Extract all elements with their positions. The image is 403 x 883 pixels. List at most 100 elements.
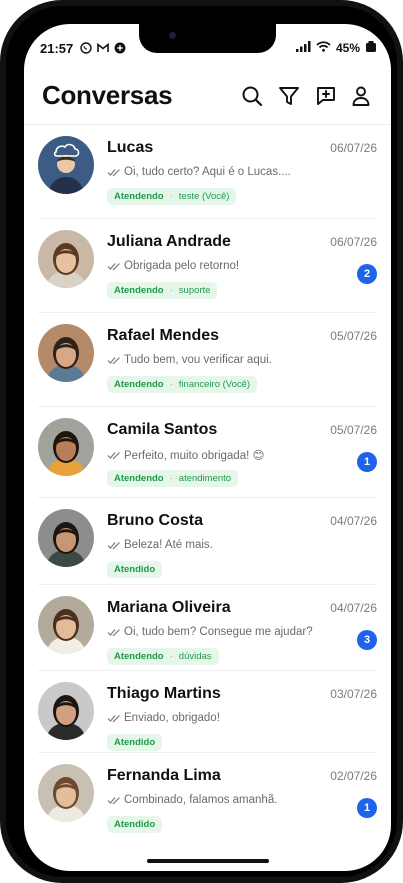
conversation-row[interactable]: Fernanda Lima 02/07/26 Combinado, falamos … xyxy=(24,753,391,853)
avatar xyxy=(38,418,94,476)
status-label: Atendendo xyxy=(114,379,164,390)
last-message-text: Enviado, obrigado! xyxy=(124,712,220,724)
queue-label: financeiro (Você) xyxy=(178,379,251,390)
filter-icon[interactable] xyxy=(277,84,301,108)
last-message-text: Beleza! Até mais. xyxy=(124,539,213,551)
queue-label: dúvidas xyxy=(178,651,212,662)
contact-name: Fernanda Lima xyxy=(107,767,221,784)
screen: 21:57 45% Conversas Lucas 06/07/26 Oi, t… xyxy=(24,24,391,871)
page-title: Conversas xyxy=(42,80,173,110)
last-message-text: Oi, tudo bem? Consegue me ajudar? xyxy=(124,626,313,638)
status-label: Atendendo xyxy=(114,191,164,202)
last-message: Obrigada pelo retorno! xyxy=(107,260,239,272)
conversation-row[interactable]: Bruno Costa 04/07/26 Beleza! Até mais. Aten… xyxy=(24,498,391,585)
status-app-icons xyxy=(79,41,126,54)
last-message-text: Perfeito, muito obrigada! 😊 xyxy=(124,450,265,462)
contact-name: Camila Santos xyxy=(107,421,218,438)
last-message-text: Tudo bem, vou verificar aqui. xyxy=(124,354,272,366)
status-tag: Atendendo · teste (Você) xyxy=(107,188,237,205)
status-right: 45% xyxy=(295,41,377,55)
double-check-icon xyxy=(107,451,121,460)
profile-icon[interactable] xyxy=(349,84,373,108)
last-message-text: Oi, tudo certo? Aqui é o Lucas.... xyxy=(124,166,291,178)
unread-badge: 1 xyxy=(357,452,377,472)
conversation-date: 06/07/26 xyxy=(330,235,377,249)
status-tag: Atendendo · suporte xyxy=(107,282,218,299)
contact-name: Lucas xyxy=(107,139,154,156)
wifi-icon xyxy=(316,41,331,55)
conversation-row[interactable]: Camila Santos 05/07/26 Perfeito, muito obr… xyxy=(24,407,391,498)
double-check-icon xyxy=(107,796,121,805)
conversation-date: 04/07/26 xyxy=(330,601,377,615)
conversation-date: 03/07/26 xyxy=(330,687,377,701)
status-tag: Atendido xyxy=(107,734,163,751)
status-tag: Atendendo · atendimento xyxy=(107,470,239,487)
avatar xyxy=(38,509,94,567)
contact-name: Juliana Andrade xyxy=(107,233,231,250)
conversation-row[interactable]: Rafael Mendes 05/07/26 Tudo bem, vou verif… xyxy=(24,313,391,407)
signal-icon xyxy=(295,41,311,55)
conversation-row[interactable]: Lucas 06/07/26 Oi, tudo certo? Aqui é o Lu… xyxy=(24,125,391,219)
last-message-text: Obrigada pelo retorno! xyxy=(124,260,240,272)
status-time: 21:57 xyxy=(40,41,74,56)
conversation-date: 05/07/26 xyxy=(330,329,377,343)
double-check-icon xyxy=(107,262,121,271)
double-check-icon xyxy=(107,168,121,177)
conversation-row[interactable]: Juliana Andrade 06/07/26 Obrigada pelo ret… xyxy=(24,219,391,313)
status-label: Atendendo xyxy=(114,473,164,484)
battery-text: 45% xyxy=(335,41,360,55)
header: Conversas xyxy=(24,74,391,124)
battery-icon xyxy=(365,41,377,55)
status-label: Atendido xyxy=(114,737,156,748)
tag-separator: · xyxy=(169,651,173,662)
last-message-text: Combinado, falamos amanhã. xyxy=(124,794,278,806)
status-tag: Atendido xyxy=(107,816,163,833)
queue-label: suporte xyxy=(178,285,211,296)
avatar xyxy=(38,136,94,194)
contact-name: Rafael Mendes xyxy=(107,327,220,344)
queue-label: teste (Você) xyxy=(178,191,230,202)
last-message: Oi, tudo bem? Consegue me ajudar? xyxy=(107,626,313,638)
last-message: Perfeito, muito obrigada! 😊 xyxy=(107,448,264,462)
unread-badge: 1 xyxy=(357,798,377,818)
avatar xyxy=(38,324,94,382)
phone-bezel: 21:57 45% Conversas Lucas 06/07/26 Oi, t… xyxy=(6,6,397,877)
status-tag: Atendendo · financeiro (Você) xyxy=(107,376,258,393)
conversation-row[interactable]: Thiago Martins 03/07/26 Enviado, obrigado!… xyxy=(24,671,391,753)
last-message: Tudo bem, vou verificar aqui. xyxy=(107,354,272,366)
last-message: Enviado, obrigado! xyxy=(107,712,220,724)
double-check-icon xyxy=(107,714,121,723)
avatar xyxy=(38,682,94,740)
gmail-icon xyxy=(96,41,109,54)
status-label: Atendendo xyxy=(114,285,164,296)
new-chat-icon[interactable] xyxy=(314,84,338,108)
status-tag: Atendido xyxy=(107,561,163,578)
avatar xyxy=(38,230,94,288)
status-label: Atendido xyxy=(114,564,156,575)
avatar xyxy=(38,596,94,654)
tag-separator: · xyxy=(169,191,173,202)
double-check-icon xyxy=(107,356,121,365)
double-check-icon xyxy=(107,628,121,637)
phone-frame: 21:57 45% Conversas Lucas 06/07/26 Oi, t… xyxy=(0,0,403,883)
last-message: Oi, tudo certo? Aqui é o Lucas.... xyxy=(107,166,291,178)
double-check-icon xyxy=(107,541,121,550)
notch xyxy=(139,24,276,53)
contact-name: Mariana Oliveira xyxy=(107,599,231,616)
conversation-row[interactable]: Mariana Oliveira 04/07/26 Oi, tudo bem? Co… xyxy=(24,585,391,671)
last-message: Beleza! Até mais. xyxy=(107,539,213,551)
queue-label: atendimento xyxy=(178,473,232,484)
conversation-date: 05/07/26 xyxy=(330,423,377,437)
tag-separator: · xyxy=(169,285,173,296)
whatsapp-icon xyxy=(79,41,92,54)
unread-badge: 3 xyxy=(357,630,377,650)
search-icon[interactable] xyxy=(240,84,264,108)
status-label: Atendendo xyxy=(114,651,164,662)
status-label: Atendido xyxy=(114,819,156,830)
tag-separator: · xyxy=(169,379,173,390)
camera xyxy=(169,32,176,39)
add-circle-icon xyxy=(113,41,126,54)
status-tag: Atendendo · dúvidas xyxy=(107,648,219,665)
contact-name: Thiago Martins xyxy=(107,685,221,702)
last-message: Combinado, falamos amanhã. xyxy=(107,794,277,806)
